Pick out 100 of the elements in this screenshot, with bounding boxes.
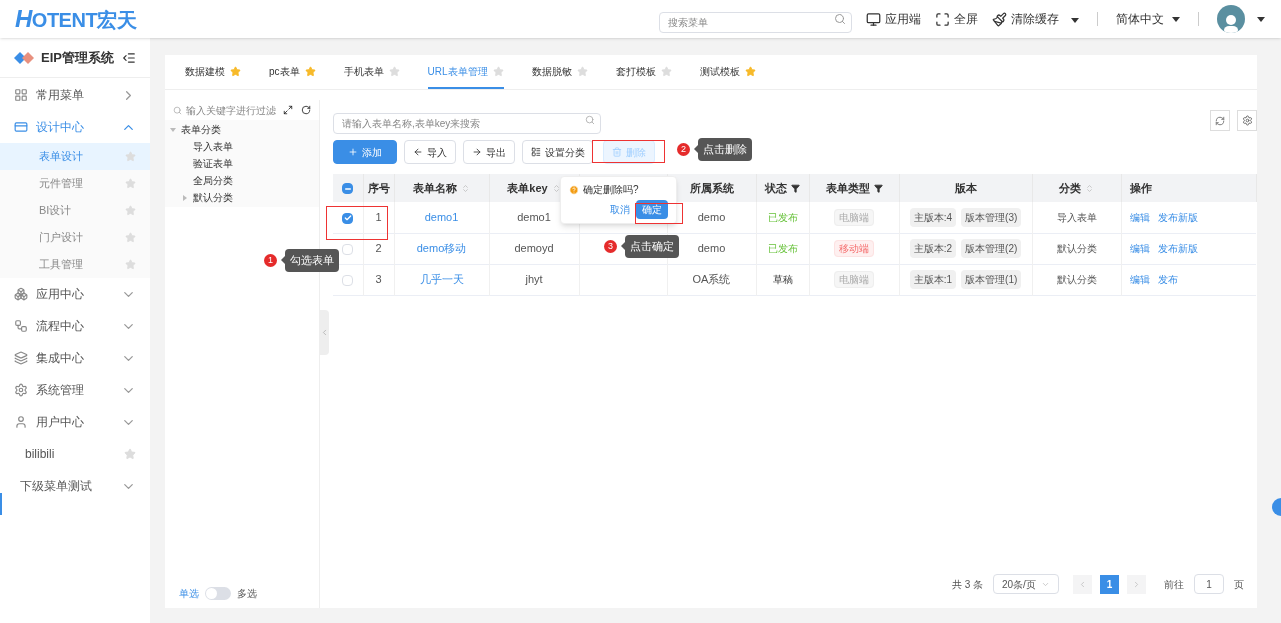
tree-node[interactable]: 表单分类: [171, 121, 319, 138]
sidebar-item[interactable]: 集成中心: [0, 342, 150, 374]
submenu-item[interactable]: BI设计: [0, 197, 150, 224]
next-page-button[interactable]: [1127, 574, 1146, 594]
user-icon: [14, 415, 28, 429]
caret-icon: [1071, 18, 1079, 23]
star-icon[interactable]: [576, 65, 588, 77]
expand-icon[interactable]: [283, 105, 293, 115]
sidebar-item[interactable]: 设计中心: [0, 111, 150, 143]
tree-node[interactable]: 全局分类: [183, 172, 319, 189]
cancel-button[interactable]: 取消: [610, 202, 630, 217]
header-action[interactable]: 清除缓存: [992, 10, 1079, 28]
sidebar-item[interactable]: 流程中心: [0, 310, 150, 342]
tree-node[interactable]: 验证表单: [183, 155, 319, 172]
mode-label: 单选: [179, 586, 199, 601]
star-icon[interactable]: [125, 178, 136, 189]
filter-icon[interactable]: [873, 183, 883, 193]
mode-switch[interactable]: [205, 586, 231, 600]
sort-icon[interactable]: [1085, 183, 1094, 193]
filter-field[interactable]: 输入关键字进行过滤: [186, 102, 279, 118]
form-name-link[interactable]: demo1: [424, 211, 459, 223]
sidebar-item[interactable]: 系统管理: [0, 374, 150, 406]
action-link[interactable]: 编辑: [1129, 210, 1150, 225]
action-link[interactable]: 发布新版: [1157, 241, 1198, 257]
star-icon[interactable]: [230, 65, 241, 77]
prev-page-button[interactable]: [1073, 574, 1092, 594]
version-tag[interactable]: 主版本:1: [909, 270, 957, 289]
tab[interactable]: pc表单: [269, 55, 316, 89]
tab[interactable]: 手机表单: [343, 55, 400, 89]
toolbar-button[interactable]: 导出: [463, 140, 515, 164]
column-header[interactable]: 状态: [765, 179, 800, 197]
star-icon[interactable]: [124, 448, 136, 460]
chevron-right-icon: [1132, 579, 1141, 589]
sort-icon[interactable]: [461, 183, 470, 193]
table-cell: 2: [375, 242, 382, 255]
toolbar-button[interactable]: 设置分类: [522, 140, 593, 164]
action-link[interactable]: 发布新版: [1157, 210, 1198, 225]
form-name-link[interactable]: demo移动: [416, 242, 467, 255]
table-cell: demoyd: [514, 242, 554, 255]
arrow-left-icon: [413, 147, 423, 157]
row-checkbox[interactable]: [342, 183, 354, 195]
page-size-select[interactable]: 20条/页: [993, 574, 1059, 594]
filter-icon[interactable]: [791, 183, 800, 193]
type-tag: 电脑端: [834, 271, 874, 289]
star-icon[interactable]: [125, 151, 136, 162]
column-header[interactable]: 分类: [1059, 179, 1094, 197]
sidebar-item[interactable]: 常用菜单: [0, 79, 150, 111]
column-header: 版本: [954, 180, 977, 196]
type-tag: 电脑端: [834, 209, 874, 226]
version-tag[interactable]: 版本管理(1): [961, 270, 1022, 289]
star-icon[interactable]: [744, 65, 756, 77]
table-search-field[interactable]: 请输入表单名称,表单key来搜索: [333, 113, 601, 134]
chevron-left-icon: [1078, 579, 1087, 589]
submenu-item[interactable]: 工具管理: [0, 251, 150, 278]
sidebar-item[interactable]: 应用中心: [0, 278, 150, 310]
tab[interactable]: 数据脱敏: [531, 55, 588, 89]
tree-node[interactable]: 默认分类: [183, 189, 319, 206]
star-icon[interactable]: [125, 259, 136, 270]
goto-field[interactable]: 1: [1194, 574, 1224, 594]
collapse-handle[interactable]: [320, 310, 329, 355]
action-link[interactable]: 发布: [1157, 272, 1178, 288]
language-selector[interactable]: 简体中文: [1116, 10, 1180, 28]
star-icon[interactable]: [388, 65, 400, 77]
refresh-icon[interactable]: [301, 105, 311, 115]
tab[interactable]: 测试模板: [699, 55, 756, 89]
star-icon[interactable]: [125, 232, 136, 243]
refresh-button[interactable]: [1210, 110, 1230, 131]
tab[interactable]: 套打模板: [615, 55, 672, 89]
star-icon[interactable]: [304, 65, 316, 77]
submenu-item[interactable]: 门户设计: [0, 224, 150, 251]
version-tag[interactable]: 版本管理(3): [961, 207, 1022, 227]
search-icon: [834, 12, 846, 25]
form-name-link[interactable]: 几乎一天: [419, 273, 464, 286]
sort-icon[interactable]: [551, 183, 561, 193]
tree-node[interactable]: 导入表单: [183, 138, 319, 155]
avatar[interactable]: [1217, 5, 1245, 33]
toolbar-button[interactable]: 导入: [404, 140, 456, 164]
submenu-item[interactable]: 元件管理: [0, 170, 150, 197]
collapse-icon[interactable]: [122, 50, 136, 65]
column-header[interactable]: 表单类型: [825, 179, 883, 197]
settings-button[interactable]: [1237, 110, 1257, 131]
sidebar-item[interactable]: 下级菜单测试: [0, 470, 150, 502]
column-header[interactable]: 表单key: [507, 179, 561, 197]
sidebar-item[interactable]: 用户中心: [0, 406, 150, 438]
search-field[interactable]: 搜索菜单: [659, 11, 852, 33]
header-action[interactable]: 全屏: [935, 10, 978, 28]
sidebar-item[interactable]: bilibili: [0, 438, 150, 470]
tab[interactable]: URL表单管理: [427, 55, 504, 89]
header-action[interactable]: 应用端: [866, 10, 921, 28]
version-tag[interactable]: 主版本:4: [909, 207, 957, 227]
star-icon[interactable]: [125, 205, 136, 216]
action-link[interactable]: 编辑: [1129, 272, 1150, 288]
tab[interactable]: 数据建模: [185, 55, 241, 89]
star-icon[interactable]: [492, 65, 504, 77]
version-tag[interactable]: 主版本:2: [909, 239, 957, 258]
star-icon[interactable]: [660, 65, 672, 77]
column-header[interactable]: 表单名称: [413, 179, 470, 197]
row-checkbox[interactable]: [342, 212, 354, 224]
version-tag[interactable]: 版本管理(2): [961, 239, 1022, 258]
action-link[interactable]: 编辑: [1129, 241, 1150, 257]
